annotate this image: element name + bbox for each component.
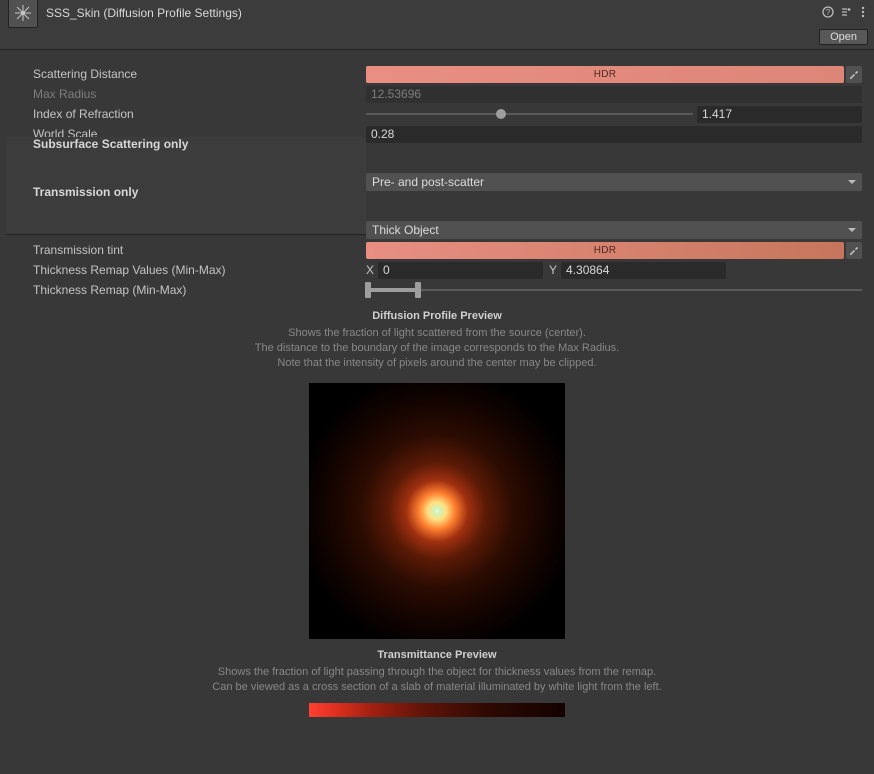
svg-text:?: ? (826, 8, 831, 17)
eyedropper-icon[interactable] (846, 66, 862, 83)
world-scale-value[interactable] (366, 126, 862, 143)
max-radius-value: 12.53696 (366, 86, 862, 103)
diffusion-preview-text-2: The distance to the boundary of the imag… (6, 342, 868, 354)
scattering-distance-label: Scattering Distance (6, 67, 366, 81)
thickness-x-input[interactable] (378, 262, 543, 279)
sss-only-header: Subsurface Scattering only (6, 137, 366, 187)
y-label: Y (549, 263, 561, 277)
transmission-mode-dropdown[interactable]: Thick Object (366, 221, 862, 239)
transmission-tint-color[interactable]: HDR (366, 242, 844, 259)
thickness-remap-slider[interactable] (366, 280, 862, 300)
texturing-mode-dropdown[interactable]: Pre- and post-scatter (366, 173, 862, 191)
hdr-badge: HDR (594, 69, 617, 80)
thickness-values-label: Thickness Remap Values (Min-Max) (6, 263, 366, 277)
x-label: X (366, 263, 378, 277)
diffusion-preview-title: Diffusion Profile Preview (6, 310, 868, 322)
menu-icon[interactable] (858, 6, 868, 21)
transmittance-preview-title: Transmittance Preview (6, 649, 868, 661)
transmittance-preview-text-1: Shows the fraction of light passing thro… (6, 666, 868, 678)
max-radius-label: Max Radius (6, 87, 366, 101)
ior-slider[interactable] (366, 104, 693, 124)
asset-icon (8, 0, 38, 28)
open-button[interactable]: Open (819, 29, 868, 45)
eyedropper-icon[interactable] (846, 242, 862, 259)
transmission-only-header: Transmission only (6, 185, 366, 235)
thickness-y-input[interactable] (561, 262, 726, 279)
diffusion-preview-text-1: Shows the fraction of light scattered fr… (6, 327, 868, 339)
transmission-tint-label: Transmission tint (6, 243, 366, 257)
scattering-distance-color[interactable]: HDR (366, 66, 844, 83)
thickness-remap-label: Thickness Remap (Min-Max) (6, 283, 366, 297)
transmittance-preview-text-2: Can be viewed as a cross section of a sl… (6, 681, 868, 693)
ior-value[interactable] (697, 106, 862, 123)
help-icon[interactable]: ? (822, 6, 834, 21)
hdr-badge: HDR (594, 245, 617, 256)
preset-icon[interactable] (840, 6, 852, 21)
inspector-title: SSS_Skin (Diffusion Profile Settings) (46, 6, 242, 20)
ior-label: Index of Refraction (6, 107, 366, 121)
diffusion-preview-text-3: Note that the intensity of pixels around… (6, 357, 868, 369)
transmittance-preview-image (309, 703, 565, 717)
diffusion-preview-image (309, 383, 565, 639)
